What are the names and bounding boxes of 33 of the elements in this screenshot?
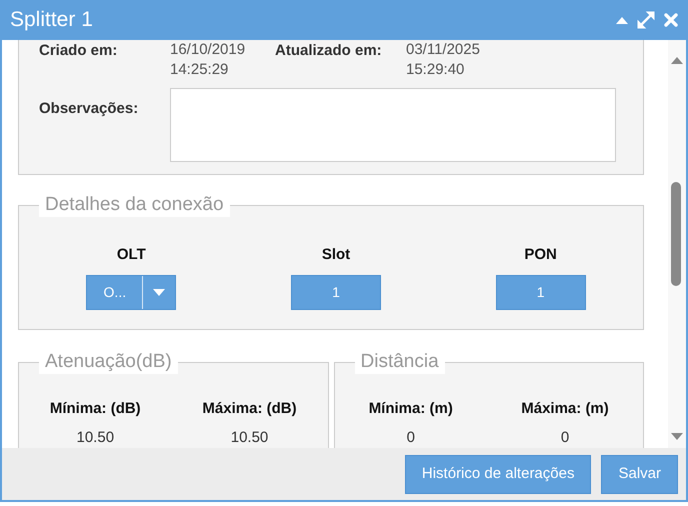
close-icon[interactable]	[664, 13, 678, 27]
history-button[interactable]: Histórico de alterações	[404, 454, 592, 494]
field-label: Observações:	[39, 99, 140, 119]
column-label: Máxima: (m)	[521, 399, 609, 419]
maximize-icon[interactable]	[637, 11, 655, 29]
caret-icon	[153, 288, 166, 296]
window-title: Splitter 1	[10, 7, 93, 34]
save-button[interactable]: Salvar	[601, 454, 678, 494]
column-label: Mínima: (dB)	[50, 399, 141, 419]
field-label: PON	[524, 245, 557, 265]
scrollbar-thumb[interactable]	[671, 182, 681, 286]
column-value: 10.50	[76, 428, 114, 448]
field-label: OLT	[116, 245, 146, 265]
dropdown-field[interactable]: O...	[86, 274, 176, 310]
fieldset-legend: Atenuação(dB)	[39, 350, 178, 374]
column-value: 0	[406, 428, 415, 448]
column-value: 0	[560, 428, 570, 448]
field-label: Slot	[322, 245, 350, 265]
fieldset-legend: Detalhes da conexão	[39, 193, 230, 217]
field-value: 03/11/2025 15:29:40	[406, 40, 481, 80]
column-label: Mínima: (m)	[368, 399, 453, 419]
collapse-icon[interactable]	[616, 16, 628, 24]
field-value: 16/10/2019 14:25:29	[170, 40, 246, 80]
number-field[interactable]: 1	[290, 274, 381, 310]
scroll-down-icon[interactable]	[671, 433, 683, 441]
column-value: 10.50	[230, 428, 268, 448]
scroll-up-icon[interactable]	[671, 56, 683, 64]
field-label: Criado em:	[39, 41, 118, 61]
field-label: Atualizado em:	[275, 41, 383, 61]
notes-field[interactable]	[170, 88, 616, 162]
column-label: Máxima: (dB)	[202, 399, 297, 419]
number-field[interactable]: 1	[496, 274, 586, 310]
fieldset-legend: Distância	[354, 350, 445, 374]
